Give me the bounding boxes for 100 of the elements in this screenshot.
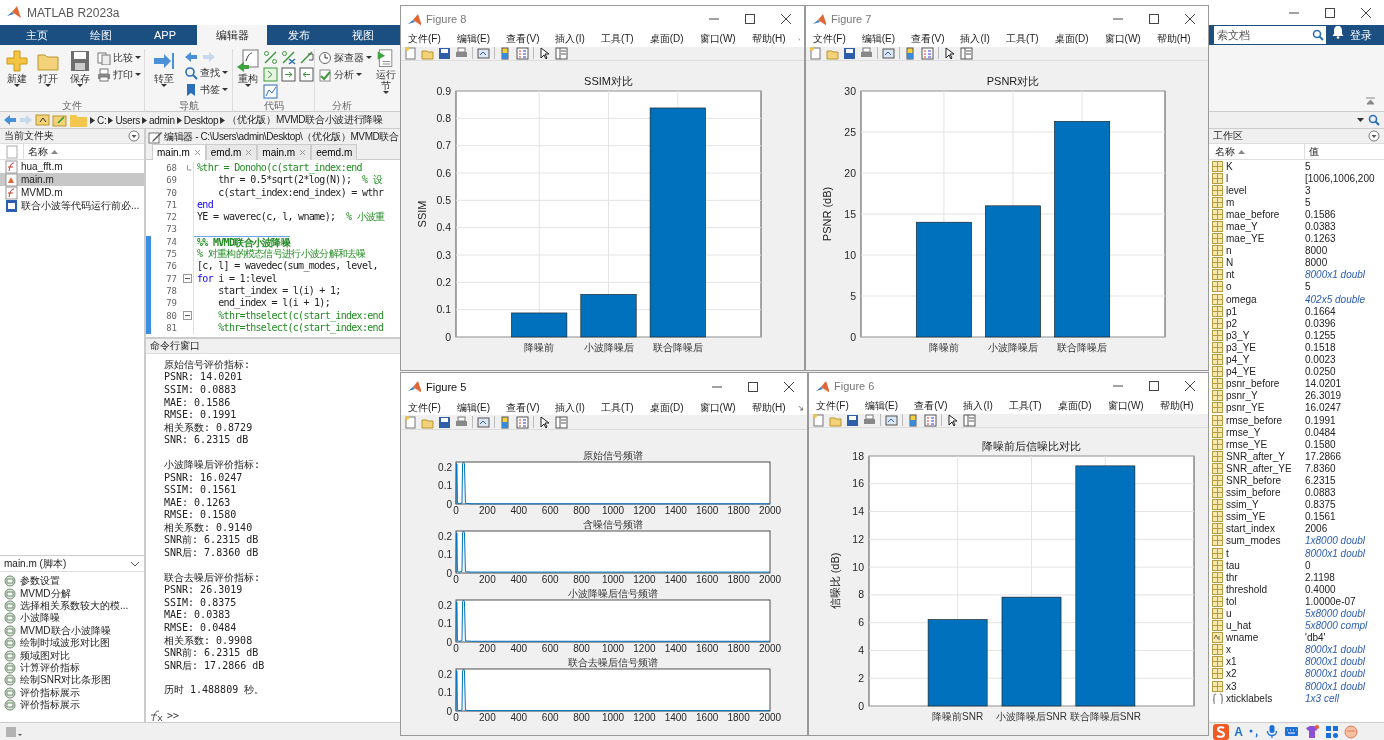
column-header[interactable]: 名称	[28, 144, 48, 159]
variable-name[interactable]: u_hat	[1226, 620, 1252, 632]
uncomment-icon[interactable]	[281, 50, 296, 65]
legend-icon[interactable]	[924, 413, 937, 427]
maximize-icon[interactable]	[1146, 11, 1162, 27]
section-item[interactable]: MVMD分解	[20, 586, 71, 601]
variable-name[interactable]: x2	[1226, 668, 1237, 680]
indent-left-icon[interactable]	[299, 67, 314, 82]
function-chart-icon[interactable]	[263, 84, 278, 99]
menu-item[interactable]: 插入(I)	[959, 399, 997, 414]
function-prompt-icon[interactable]	[150, 709, 163, 722]
menu-item[interactable]: 编辑(E)	[860, 399, 903, 414]
variable-name[interactable]: u	[1226, 608, 1232, 619]
panel-menu-icon[interactable]	[1368, 130, 1380, 142]
menu-item[interactable]: 插入(I)	[551, 400, 589, 415]
path-segment[interactable]: （优化版）MVMD联合小波进行降噪	[227, 113, 383, 127]
column-header[interactable]: 值	[1309, 144, 1319, 159]
link-icon[interactable]	[477, 46, 490, 60]
property-panel-icon[interactable]	[555, 46, 568, 60]
link-icon[interactable]	[882, 46, 895, 60]
section-item[interactable]: 绘制时域波形对比图	[20, 636, 110, 651]
toolbar-button[interactable]: 比较	[96, 50, 141, 65]
close-icon[interactable]	[1182, 378, 1198, 394]
variable-name[interactable]: level	[1226, 184, 1247, 196]
input-method-logo-icon[interactable]	[1213, 723, 1230, 740]
variable-name[interactable]: SNR_after_Y	[1226, 450, 1285, 462]
legend-icon[interactable]	[921, 46, 934, 60]
menu-item[interactable]: 帮助(H)	[747, 32, 790, 47]
colorbar-icon[interactable]	[904, 46, 917, 60]
variable-name[interactable]: psnr_Y	[1226, 390, 1258, 402]
variable-name[interactable]: p2	[1226, 317, 1238, 329]
menu-item[interactable]: 桌面(D)	[645, 400, 688, 415]
colorbar-icon[interactable]	[499, 46, 512, 60]
input-mode-toggle[interactable]: A	[1234, 724, 1243, 739]
toolbar-button[interactable]: 新建	[3, 49, 32, 99]
colorbar-icon[interactable]	[907, 413, 920, 427]
property-panel-icon[interactable]	[555, 415, 568, 429]
search-field[interactable]: 索文档	[1214, 26, 1310, 44]
variable-name[interactable]: o	[1226, 281, 1232, 293]
path-segment[interactable]: admin	[149, 114, 175, 126]
search-icon[interactable]	[1368, 113, 1381, 127]
variable-name[interactable]: omega	[1226, 293, 1257, 305]
variable-name[interactable]: p1	[1226, 305, 1238, 317]
variable-name[interactable]: rmse_Y	[1226, 426, 1261, 438]
path-segment[interactable]: Desktop	[183, 114, 219, 126]
variable-name[interactable]: n	[1226, 245, 1232, 257]
variable-name[interactable]: psnr_before	[1226, 378, 1280, 390]
variable-name[interactable]: K	[1226, 160, 1233, 172]
keyboard-icon[interactable]	[1284, 724, 1299, 739]
variable-name[interactable]: x3	[1226, 680, 1237, 692]
command-prompt[interactable]: >>	[167, 710, 180, 721]
section-item[interactable]: 评价指标展示	[20, 698, 80, 713]
file-item[interactable]: MVMD.m	[0, 186, 144, 199]
caret-icon[interactable]	[1357, 118, 1364, 122]
printer-icon[interactable]	[863, 413, 876, 427]
section-item[interactable]: 小波降噪	[20, 611, 60, 626]
variable-name[interactable]: rmse_YE	[1226, 438, 1268, 450]
legend-icon[interactable]	[516, 415, 529, 429]
file-item[interactable]: 联合小波等代码运行前必...	[0, 199, 144, 212]
variable-name[interactable]: ssim_before	[1226, 487, 1281, 499]
fold-toggle-icon[interactable]	[183, 274, 192, 284]
menu-item[interactable]: 文件(F)	[404, 32, 445, 47]
menu-item[interactable]: 文件(F)	[809, 32, 850, 47]
bell-icon[interactable]	[1332, 25, 1344, 39]
menu-item[interactable]: 工具(T)	[596, 400, 638, 415]
panel-menu-icon[interactable]	[128, 130, 140, 142]
editor-tab[interactable]: main.m	[152, 144, 206, 160]
menu-item[interactable]: 窗口(W)	[695, 32, 740, 47]
menu-item[interactable]: 插入(I)	[551, 32, 589, 47]
editor-tab[interactable]: main.m	[257, 144, 312, 160]
variable-name[interactable]: mae_before	[1226, 208, 1280, 220]
toolbar-button[interactable]: 查找	[183, 65, 228, 80]
variable-name[interactable]: p3_YE	[1226, 341, 1257, 353]
pointer-icon[interactable]	[538, 46, 551, 60]
printer-icon[interactable]	[455, 46, 468, 60]
toolbar-button[interactable]: 打印	[96, 67, 141, 82]
grip-icon[interactable]	[6, 725, 23, 738]
variable-name[interactable]: p3_Y	[1226, 329, 1250, 341]
grid-icon[interactable]	[1325, 724, 1339, 739]
toolstrip-tab[interactable]: 绘图	[69, 25, 133, 45]
toolbar-button[interactable]: 保存	[65, 49, 94, 99]
variable-name[interactable]: xticklabels	[1226, 692, 1273, 704]
variable-name[interactable]: N	[1226, 257, 1234, 269]
link-icon[interactable]	[477, 415, 490, 429]
menu-item[interactable]: 工具(T)	[1001, 32, 1043, 47]
toolstrip-tab[interactable]: APP	[133, 25, 197, 45]
back-arrow-icon[interactable]	[183, 50, 198, 63]
new-file-icon[interactable]	[404, 46, 417, 60]
menu-item[interactable]: 帮助(H)	[747, 400, 790, 415]
menu-item[interactable]: 文件(F)	[812, 399, 853, 414]
link-icon[interactable]	[885, 413, 898, 427]
menu-item[interactable]: 桌面(D)	[645, 32, 688, 47]
printer-icon[interactable]	[455, 415, 468, 429]
percent-icon[interactable]	[263, 50, 278, 65]
variable-name[interactable]: thr	[1226, 571, 1238, 583]
toolstrip-tab[interactable]: 编辑器	[197, 25, 267, 45]
path-segment[interactable]: Users	[115, 114, 141, 126]
new-file-icon[interactable]	[809, 46, 822, 60]
emoji-icon[interactable]	[1344, 724, 1358, 739]
variable-name[interactable]: x	[1226, 644, 1231, 656]
